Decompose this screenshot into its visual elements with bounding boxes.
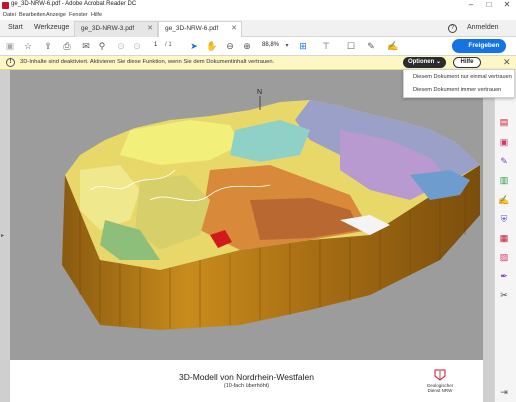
edit-pdf-icon[interactable]: ▦ (498, 232, 510, 244)
share-icon: 👤 (458, 42, 467, 49)
title-bar: ge_3D-NRW-6.pdf - Adobe Acrobat Reader D… (0, 0, 516, 11)
3d-model-image: N (10, 70, 483, 360)
close-tab-icon[interactable]: ✕ (147, 22, 153, 36)
menu-datei[interactable]: Datei (3, 12, 16, 18)
upload-icon[interactable]: ⇪ (42, 40, 54, 52)
toolbar: ▣ ☆ ⇪ ⎙ ✉ ⚲ ⊙ ⊙ 1 / 1 ➤ ✋ ⊖ ⊕ 88,8% ▾ ⊞ … (0, 37, 516, 56)
close-message-icon[interactable]: ✕ (503, 57, 511, 68)
help-button[interactable]: Hilfe (453, 57, 481, 68)
expand-pane-icon[interactable]: ⇥ (498, 386, 510, 398)
tab-home[interactable]: Start (2, 20, 29, 37)
zoom-dropdown-icon[interactable]: ▾ (281, 40, 293, 52)
combine-files-icon[interactable]: ▥ (498, 174, 510, 186)
north-label: N (257, 89, 262, 96)
search-icon[interactable]: ⚲ (96, 40, 108, 52)
window-title: ge_3D-NRW-6.pdf - Adobe Acrobat Reader D… (11, 1, 137, 7)
info-icon: ! (6, 58, 15, 67)
gd-logo-icon (434, 369, 446, 381)
minimize-button[interactable]: – (462, 0, 480, 11)
page-down-icon[interactable]: ⊙ (131, 40, 143, 52)
document-title: 3D-Modell von Nordrhein-Westfalen (179, 372, 314, 382)
document-subtitle: (10-fach überhöht) (223, 383, 270, 389)
trust-once-item[interactable]: Diesem Dokument nur einmal vertrauen (413, 74, 512, 80)
tab-bar: Start Werkzeuge ge_3D-NRW-3.pdf ✕ ge_3D-… (0, 20, 516, 37)
share-button[interactable]: 👤 Freigeben (452, 39, 506, 53)
comment-icon[interactable]: ☐ (345, 40, 357, 52)
create-pdf-icon[interactable]: ▣ (498, 136, 510, 148)
sign-icon[interactable]: ✍ (387, 40, 399, 52)
tab-document-3-label: ge_3D-NRW-3.pdf (81, 25, 135, 32)
page-up-icon[interactable]: ⊙ (115, 40, 127, 52)
fit-page-icon[interactable]: ⊞ (297, 40, 309, 52)
send-for-signature-icon[interactable]: ✒ (498, 270, 510, 282)
close-window-button[interactable]: ✕ (498, 0, 516, 11)
tab-tools[interactable]: Werkzeuge (28, 20, 75, 37)
maximize-button[interactable]: □ (480, 0, 498, 11)
tab-document-6[interactable]: ge_3D-NRW-6.pdf ✕ (158, 21, 242, 37)
help-label: Hilfe (460, 59, 474, 65)
protect-icon[interactable]: ⛨ (498, 213, 510, 225)
page-number-input[interactable]: 1 (154, 42, 157, 48)
more-tools-icon[interactable]: ✂ (498, 289, 510, 301)
menu-hilfe[interactable]: Hilfe (91, 12, 102, 18)
gd-nrw-logo: Geologischer Dienst NRW (420, 368, 460, 393)
tab-document-6-label: ge_3D-NRW-6.pdf (165, 25, 219, 32)
email-icon[interactable]: ✉ (80, 40, 92, 52)
comment-tool-icon[interactable]: ✎ (498, 155, 510, 167)
save-icon[interactable]: ▣ (4, 40, 16, 52)
options-dropdown: Diesem Dokument nur einmal vertrauen Die… (403, 69, 515, 98)
select-tool-icon[interactable]: ➤ (188, 40, 200, 52)
chevron-down-icon: ⌄ (435, 59, 442, 65)
scroll-mode-icon[interactable]: ⊤ (320, 40, 332, 52)
menu-fenster[interactable]: Fenster (69, 12, 88, 18)
menu-anzeige[interactable]: Anzeige (46, 12, 66, 18)
tab-document-3[interactable]: ge_3D-NRW-3.pdf ✕ (74, 21, 158, 37)
zoom-level[interactable]: 88,8% (262, 42, 279, 48)
zoom-out-icon[interactable]: ⊖ (224, 40, 236, 52)
page-total: / 1 (165, 42, 172, 48)
message-bar: ! 3D-Inhalte sind deaktiviert. Aktiviere… (0, 56, 516, 70)
3d-terrain-image: N (62, 89, 480, 330)
acrobat-icon (2, 2, 9, 9)
menu-bar: Datei Bearbeiten Anzeige Fenster Hilfe (0, 11, 516, 20)
zoom-in-icon[interactable]: ⊕ (241, 40, 253, 52)
hand-tool-icon[interactable]: ✋ (206, 40, 218, 52)
logo-text: Geologischer Dienst NRW (426, 383, 454, 393)
close-tab-icon[interactable]: ✕ (231, 22, 237, 36)
fill-sign-icon[interactable]: ✍ (498, 194, 510, 206)
help-icon[interactable]: ? (448, 24, 457, 33)
message-text: 3D-Inhalte sind deaktiviert. Aktivieren … (20, 59, 275, 65)
options-label: Optionen (407, 59, 435, 65)
bookmark-icon[interactable]: ☆ (22, 40, 34, 52)
share-label: Freigeben (468, 42, 500, 49)
left-panel-toggle-icon[interactable]: ▸ (1, 232, 4, 239)
sign-in-link[interactable]: Anmelden (467, 24, 499, 31)
highlight-icon[interactable]: ✎ (365, 40, 377, 52)
trust-always-item[interactable]: Diesem Dokument immer vertrauen (413, 87, 501, 93)
options-button[interactable]: Optionen ⌄ (403, 57, 446, 68)
menu-bearbeiten[interactable]: Bearbeiten (19, 12, 46, 18)
print-icon[interactable]: ⎙ (61, 40, 73, 52)
redact-icon[interactable]: ▨ (498, 251, 510, 263)
export-pdf-icon[interactable]: ▤ (498, 116, 510, 128)
